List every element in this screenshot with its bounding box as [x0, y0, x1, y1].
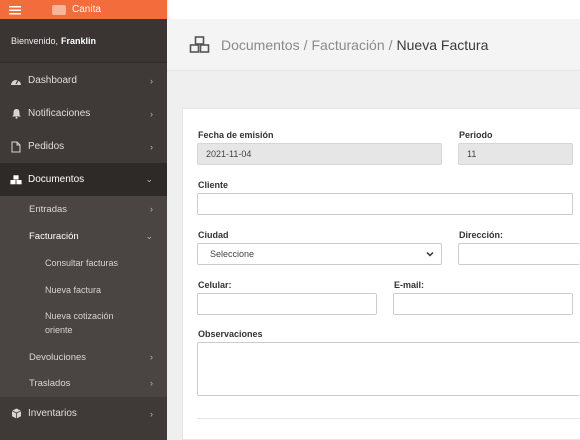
tachometer-icon: [10, 75, 22, 87]
email-input[interactable]: [393, 293, 573, 315]
submenu-item-devoluciones[interactable]: Devoluciones ›: [0, 346, 167, 368]
sidebar-item-inventarios[interactable]: Inventarios ›: [0, 397, 167, 430]
direccion-input[interactable]: [458, 243, 580, 265]
sidebar-item-notificaciones[interactable]: Notificaciones ›: [0, 97, 167, 130]
bell-icon: [10, 108, 22, 120]
submenu-item-label: Devoluciones: [29, 351, 87, 363]
fecha-value: 2021-11-04: [206, 149, 252, 159]
cubes-icon: [10, 174, 22, 186]
direccion-label: Dirección:: [459, 230, 504, 240]
periodo-field: 11: [458, 143, 573, 165]
sidebar-item-label: Dashboard: [28, 75, 77, 86]
submenu-item-label: Entradas: [29, 203, 68, 215]
observaciones-textarea[interactable]: [197, 342, 580, 396]
chevron-right-icon: ›: [150, 141, 153, 152]
sidebar: Canita Bienvenido, Franklin Dashboard › …: [0, 0, 167, 440]
divider: [197, 418, 580, 419]
welcome-text: Bienvenido, Franklin: [0, 19, 167, 63]
submenu-item-nueva-cotizacion-oriente[interactable]: Nueva cotización oriente: [45, 309, 135, 337]
chevron-down-icon: ⌄: [145, 230, 153, 241]
chevron-right-icon: ›: [150, 352, 153, 362]
page-header: Documentos / Facturación / Nueva Factura: [167, 19, 580, 71]
celular-input[interactable]: [197, 293, 377, 315]
submenu-item-label: Facturación: [29, 230, 79, 242]
cliente-input[interactable]: [197, 193, 573, 215]
submenu-item-consultar-facturas[interactable]: Consultar facturas: [45, 256, 155, 270]
top-bar: [167, 0, 580, 19]
submenu-item-traslados[interactable]: Traslados ›: [0, 372, 167, 394]
brand-name: Canita: [72, 4, 101, 15]
ciudad-label: Ciudad: [198, 230, 229, 240]
chevron-right-icon: ›: [150, 75, 153, 86]
ciudad-selected-value: Seleccione: [210, 249, 255, 259]
sidebar-item-label: Notificaciones: [28, 108, 91, 119]
submenu-item-facturacion[interactable]: Facturación ⌄: [0, 225, 167, 247]
breadcrumb: Documentos / Facturación / Nueva Factura: [221, 37, 488, 53]
sidebar-item-documentos[interactable]: Documentos ⌄: [0, 163, 167, 196]
celular-label: Celular:: [198, 280, 232, 290]
observaciones-label: Observaciones: [198, 329, 263, 339]
periodo-value: 11: [467, 149, 477, 159]
file-icon: [10, 141, 22, 153]
submenu-item-label: Traslados: [29, 377, 71, 389]
cubes-icon: [189, 35, 210, 53]
chevron-right-icon: ›: [150, 204, 153, 214]
welcome-user: Franklin: [61, 35, 97, 46]
sidebar-item-dashboard[interactable]: Dashboard ›: [0, 64, 167, 97]
chevron-down-icon: ⌄: [145, 174, 153, 184]
cube-icon: [10, 408, 22, 420]
email-label: E-mail:: [394, 280, 425, 290]
sidebar-item-label: Documentos: [28, 174, 85, 185]
breadcrumb-documentos[interactable]: Documentos: [221, 37, 300, 53]
logo-icon: [52, 4, 66, 15]
fecha-label: Fecha de emisión: [198, 130, 274, 140]
ciudad-select[interactable]: Seleccione: [197, 243, 442, 265]
breadcrumb-separator: /: [388, 36, 393, 53]
chevron-right-icon: ›: [150, 408, 153, 419]
sidebar-item-label: Pedidos: [28, 141, 65, 152]
breadcrumb-facturacion[interactable]: Facturación: [311, 37, 384, 53]
sidebar-item-pedidos[interactable]: Pedidos ›: [0, 130, 167, 163]
sidebar-item-label: Inventarios: [28, 408, 77, 419]
submenu-item-entradas[interactable]: Entradas ›: [0, 198, 167, 220]
welcome-greeting: Bienvenido,: [11, 35, 59, 46]
breadcrumb-separator: /: [303, 36, 308, 53]
breadcrumb-current: Nueva Factura: [396, 36, 489, 53]
cliente-label: Cliente: [198, 180, 229, 190]
chevron-right-icon: ›: [150, 378, 153, 388]
brand-bar: Canita: [0, 0, 167, 19]
menu-icon[interactable]: [0, 0, 30, 19]
fecha-field: 2021-11-04: [197, 143, 442, 165]
chevron-down-icon: [426, 251, 434, 257]
periodo-label: Periodo: [459, 130, 493, 140]
chevron-right-icon: ›: [150, 108, 153, 119]
submenu-item-nueva-factura[interactable]: Nueva factura: [45, 283, 155, 297]
